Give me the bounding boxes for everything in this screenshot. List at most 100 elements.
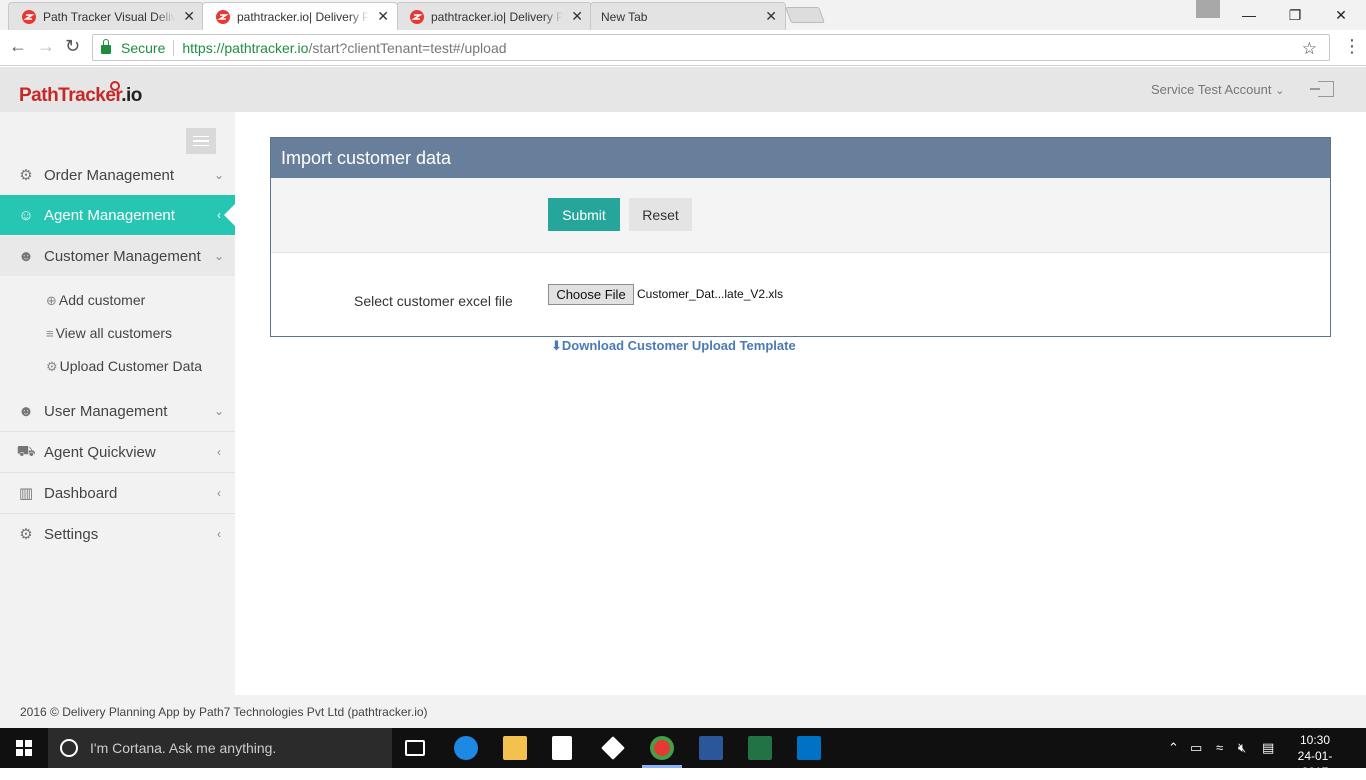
browser-tab-4[interactable]: New Tab ✕ xyxy=(590,2,786,30)
panel-title: Import customer data xyxy=(271,138,1330,178)
lock-icon xyxy=(101,39,111,54)
volume-mute-icon[interactable]: 🔇︎ xyxy=(1238,740,1246,756)
chevron-left-icon: ‹ xyxy=(217,208,221,222)
browser-tab-2[interactable]: pathtracker.io| Delivery P ✕ xyxy=(202,2,398,30)
sidebar-item-agent-management[interactable]: ☺ Agent Management ‹ xyxy=(0,195,236,235)
page-footer: 2016 © Delivery Planning App by Path7 Te… xyxy=(0,695,1366,728)
store-icon[interactable] xyxy=(552,736,572,760)
chrome-icon[interactable] xyxy=(650,736,674,760)
tab-label: Path Tracker Visual Delive xyxy=(43,9,175,24)
agent-icon: ☺ xyxy=(18,206,34,224)
cortana-icon xyxy=(60,739,78,757)
menu-toggle-button[interactable] xyxy=(186,128,216,154)
browser-tab-strip: Path Tracker Visual Delive ✕ pathtracker… xyxy=(0,0,1366,30)
address-bar[interactable]: Secure https://pathtracker.io/start?clie… xyxy=(92,34,1330,61)
clock-date: 24-01-2017 xyxy=(1297,749,1333,779)
action-center-icon[interactable]: ▤ xyxy=(1262,740,1274,756)
chevron-left-icon: ‹ xyxy=(217,486,221,500)
customer-icon: ☻ xyxy=(18,247,34,265)
tab-label: New Tab xyxy=(601,9,648,24)
excel-icon[interactable] xyxy=(748,736,772,760)
page-scrollbar[interactable] xyxy=(1350,67,1366,112)
import-panel: Import customer data Submit Reset Select… xyxy=(270,137,1331,337)
motorbike-icon: ⛟ xyxy=(16,442,36,460)
sidebar-item-customer-management[interactable]: ☻ Customer Management ⌄ xyxy=(0,236,235,276)
sidebar-item-label: Agent Quickview xyxy=(44,443,156,461)
reload-icon[interactable]: ↻ xyxy=(65,36,80,57)
sidebar-subitem-add-customer[interactable]: ⊕ Add customer xyxy=(46,292,145,309)
submit-button[interactable]: Submit xyxy=(548,198,620,231)
logout-icon[interactable] xyxy=(1310,81,1334,97)
chevron-left-icon: ‹ xyxy=(217,445,221,459)
restore-icon[interactable]: ❐ xyxy=(1272,0,1318,30)
chevron-down-icon: ⌄ xyxy=(1275,85,1285,97)
panel-action-bar: Submit Reset xyxy=(271,178,1330,253)
subitem-label: View all customers xyxy=(55,325,173,341)
back-arrow-icon[interactable]: ← xyxy=(9,36,27,57)
order-icon: ⚙ xyxy=(19,167,33,184)
tab-close-icon[interactable]: ✕ xyxy=(571,8,583,25)
sidebar-item-label: Dashboard xyxy=(44,484,118,502)
battery-icon[interactable]: ▭ xyxy=(1190,740,1202,756)
browser-tab-1[interactable]: Path Tracker Visual Delive ✕ xyxy=(8,2,204,30)
bar-chart-icon: ▥ xyxy=(18,485,34,502)
reset-button[interactable]: Reset xyxy=(629,198,692,231)
tab-label: pathtracker.io| Delivery P xyxy=(431,9,563,24)
url-separator xyxy=(173,39,175,56)
task-view-icon[interactable] xyxy=(405,740,425,756)
chevron-down-icon: ⌄ xyxy=(213,249,225,263)
outlook-icon[interactable] xyxy=(797,736,821,760)
chevron-left-icon: ‹ xyxy=(217,527,221,541)
tab-close-icon[interactable]: ✕ xyxy=(183,8,195,25)
sidebar-item-user-management[interactable]: ☻ User Management ⌄ xyxy=(0,391,235,431)
tab-close-icon[interactable]: ✕ xyxy=(765,8,777,25)
windows-taskbar: I'm Cortana. Ask me anything. ⌃ ▭ ≈ 🔇︎ ▤… xyxy=(0,728,1366,779)
app-header: PathTracker.io Service Test Account ⌄ xyxy=(0,67,1366,112)
sidebar-item-label: Agent Management xyxy=(44,206,175,224)
edge-icon[interactable] xyxy=(454,736,478,760)
cortana-search-box[interactable]: I'm Cortana. Ask me anything. xyxy=(48,728,392,768)
tray-chevron-up-icon[interactable]: ⌃ xyxy=(1168,740,1179,756)
sidebar-item-dashboard[interactable]: ▥ Dashboard ‹ xyxy=(0,473,235,513)
chrome-profile-icon[interactable] xyxy=(1196,0,1220,18)
minimize-icon[interactable]: — xyxy=(1226,0,1272,30)
file-explorer-icon[interactable] xyxy=(503,736,527,760)
chevron-down-icon: ⌄ xyxy=(213,404,225,418)
chrome-menu-icon[interactable]: ⋮ xyxy=(1343,36,1361,57)
gear-icon: ⚙ xyxy=(19,526,33,543)
account-name: Service Test Account xyxy=(1151,82,1272,97)
taskbar-clock[interactable]: 10:30 24-01-2017 xyxy=(1290,732,1340,780)
download-link-label: Download Customer Upload Template xyxy=(561,338,796,353)
sidebar-subitem-upload-customer-data[interactable]: ⚙ Upload Customer Data xyxy=(46,358,202,375)
file-field-label: Select customer excel file xyxy=(354,293,513,309)
new-tab-button[interactable] xyxy=(785,7,825,23)
close-window-icon[interactable]: ✕ xyxy=(1318,0,1364,30)
choose-file-button[interactable]: Choose File xyxy=(548,284,634,305)
clock-time: 10:30 xyxy=(1299,733,1331,747)
sidebar-item-agent-quickview[interactable]: ⛟ Agent Quickview ‹ xyxy=(0,432,235,472)
tab-close-icon[interactable]: ✕ xyxy=(377,8,389,25)
sidebar-item-label: User Management xyxy=(44,402,168,420)
logo-pin-icon xyxy=(110,81,120,91)
user-icon: ☻ xyxy=(18,402,34,420)
download-template-link[interactable]: ⬇Download Customer Upload Template xyxy=(551,338,796,354)
pathtracker-favicon-icon xyxy=(410,10,424,24)
forward-arrow-icon[interactable]: → xyxy=(37,36,55,57)
download-icon: ⬇ xyxy=(551,338,562,353)
sidebar-subitem-view-customers[interactable]: ≡ View all customers xyxy=(46,325,172,341)
wifi-icon[interactable]: ≈ xyxy=(1216,740,1223,755)
word-icon[interactable] xyxy=(699,736,723,760)
sidebar-item-settings[interactable]: ⚙ Settings ‹ xyxy=(0,514,235,554)
browser-tab-3[interactable]: pathtracker.io| Delivery P ✕ xyxy=(396,2,592,30)
windows-start-icon[interactable] xyxy=(16,740,32,756)
dropbox-icon[interactable] xyxy=(601,736,625,760)
sidebar-item-order-management[interactable]: ⚙ Order Management ⌄ xyxy=(0,155,235,195)
secure-label: Secure xyxy=(121,39,166,56)
cog-icon: ⚙ xyxy=(46,359,58,374)
bookmark-star-icon[interactable]: ☆ xyxy=(1302,39,1317,59)
pathtracker-logo[interactable]: PathTracker.io xyxy=(19,85,142,107)
account-menu[interactable]: Service Test Account ⌄ xyxy=(1151,82,1284,97)
sidebar-item-label: Order Management xyxy=(44,166,175,184)
sidebar-item-label: Settings xyxy=(44,525,99,543)
sidebar-item-label: Customer Management xyxy=(44,247,201,265)
